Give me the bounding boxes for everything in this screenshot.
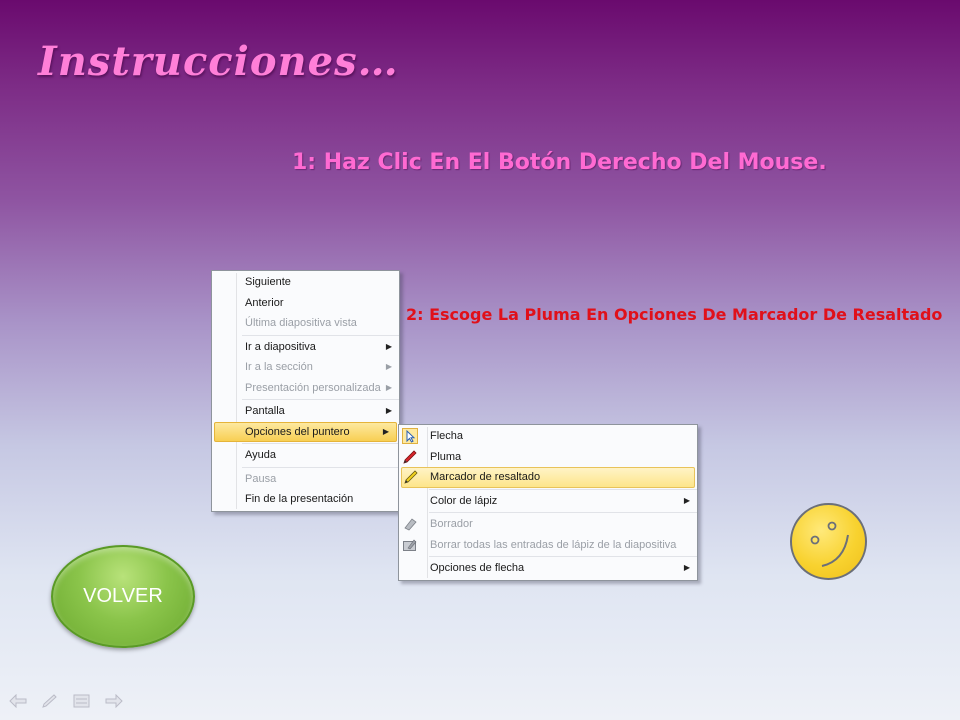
menu-item-opciones-de-flecha[interactable]: Opciones de flecha ▶ bbox=[399, 558, 697, 579]
submenu-arrow-icon: ▶ bbox=[683, 563, 690, 572]
submenu-arrow-icon: ▶ bbox=[683, 495, 690, 505]
submenu-arrow-icon: ▶ bbox=[385, 362, 392, 371]
menu-item-borrador: Borrador bbox=[399, 514, 697, 535]
menu-item-ir-a-diapositiva[interactable]: Ir a diapositiva ▶ bbox=[212, 337, 399, 358]
menu-separator bbox=[429, 556, 697, 557]
pointer-options-submenu: Flecha Pluma Marcador de resaltado Color… bbox=[398, 424, 698, 581]
menu-separator bbox=[242, 443, 399, 444]
menu-item-color-de-lapiz[interactable]: Color de lápiz ▶ bbox=[399, 491, 697, 512]
arrow-cursor-icon bbox=[402, 428, 418, 444]
pen-tool-icon[interactable] bbox=[40, 693, 60, 708]
menu-item-presentacion-personalizada: Presentación personalizada ▶ bbox=[212, 378, 399, 399]
menu-item-flecha[interactable]: Flecha bbox=[399, 426, 697, 447]
highlighter-icon bbox=[403, 469, 419, 485]
menu-separator bbox=[429, 488, 697, 490]
erase-all-icon bbox=[402, 537, 418, 553]
menu-icon[interactable] bbox=[72, 693, 92, 708]
menu-item-ir-a-seccion: Ir a la sección ▶ bbox=[212, 357, 399, 378]
step-2-instruction: 2: Escoge La Pluma En Opciones De Marcad… bbox=[406, 305, 943, 324]
menu-item-marcador-resaltado[interactable]: Marcador de resaltado bbox=[401, 467, 695, 488]
pen-icon bbox=[402, 449, 418, 465]
menu-separator bbox=[429, 512, 697, 513]
submenu-arrow-icon: ▶ bbox=[385, 382, 392, 392]
menu-item-ultima-diapositiva: Última diapositiva vista bbox=[245, 317, 357, 329]
volver-button[interactable]: VOLVER bbox=[51, 545, 195, 648]
page-title: Instrucciones… bbox=[38, 38, 399, 85]
menu-item-pluma[interactable]: Pluma bbox=[399, 447, 697, 468]
menu-item-opciones-del-puntero[interactable]: Opciones del puntero ▶ bbox=[214, 421, 397, 442]
previous-arrow-icon[interactable] bbox=[8, 693, 28, 709]
submenu-arrow-icon: ▶ bbox=[385, 406, 392, 415]
slideshow-nav-bar bbox=[8, 693, 124, 709]
submenu-arrow-icon: ▶ bbox=[382, 426, 389, 436]
menu-item-pausa: Pausa bbox=[245, 472, 277, 485]
context-menu: Siguiente Anterior Última diapositiva vi… bbox=[211, 270, 400, 512]
menu-item-ayuda[interactable]: Ayuda bbox=[212, 445, 399, 466]
submenu-arrow-icon: ▶ bbox=[385, 341, 392, 351]
smiley-face-icon bbox=[790, 503, 867, 580]
menu-item-borrar-todas: Borrar todas las entradas de lápiz de la… bbox=[399, 535, 697, 556]
menu-separator bbox=[242, 399, 399, 400]
menu-separator bbox=[242, 334, 399, 336]
menu-item-siguiente[interactable]: Siguiente bbox=[212, 272, 399, 293]
menu-separator bbox=[242, 466, 399, 468]
menu-item-anterior[interactable]: Anterior bbox=[212, 293, 399, 314]
eraser-icon bbox=[402, 516, 418, 532]
menu-item-pantalla[interactable]: Pantalla ▶ bbox=[212, 401, 399, 422]
next-arrow-icon[interactable] bbox=[104, 693, 124, 709]
menu-item-fin-presentacion[interactable]: Fin de la presentación bbox=[212, 489, 399, 510]
step-1-instruction: 1: Haz Clic En El Botón Derecho Del Mous… bbox=[292, 150, 827, 175]
